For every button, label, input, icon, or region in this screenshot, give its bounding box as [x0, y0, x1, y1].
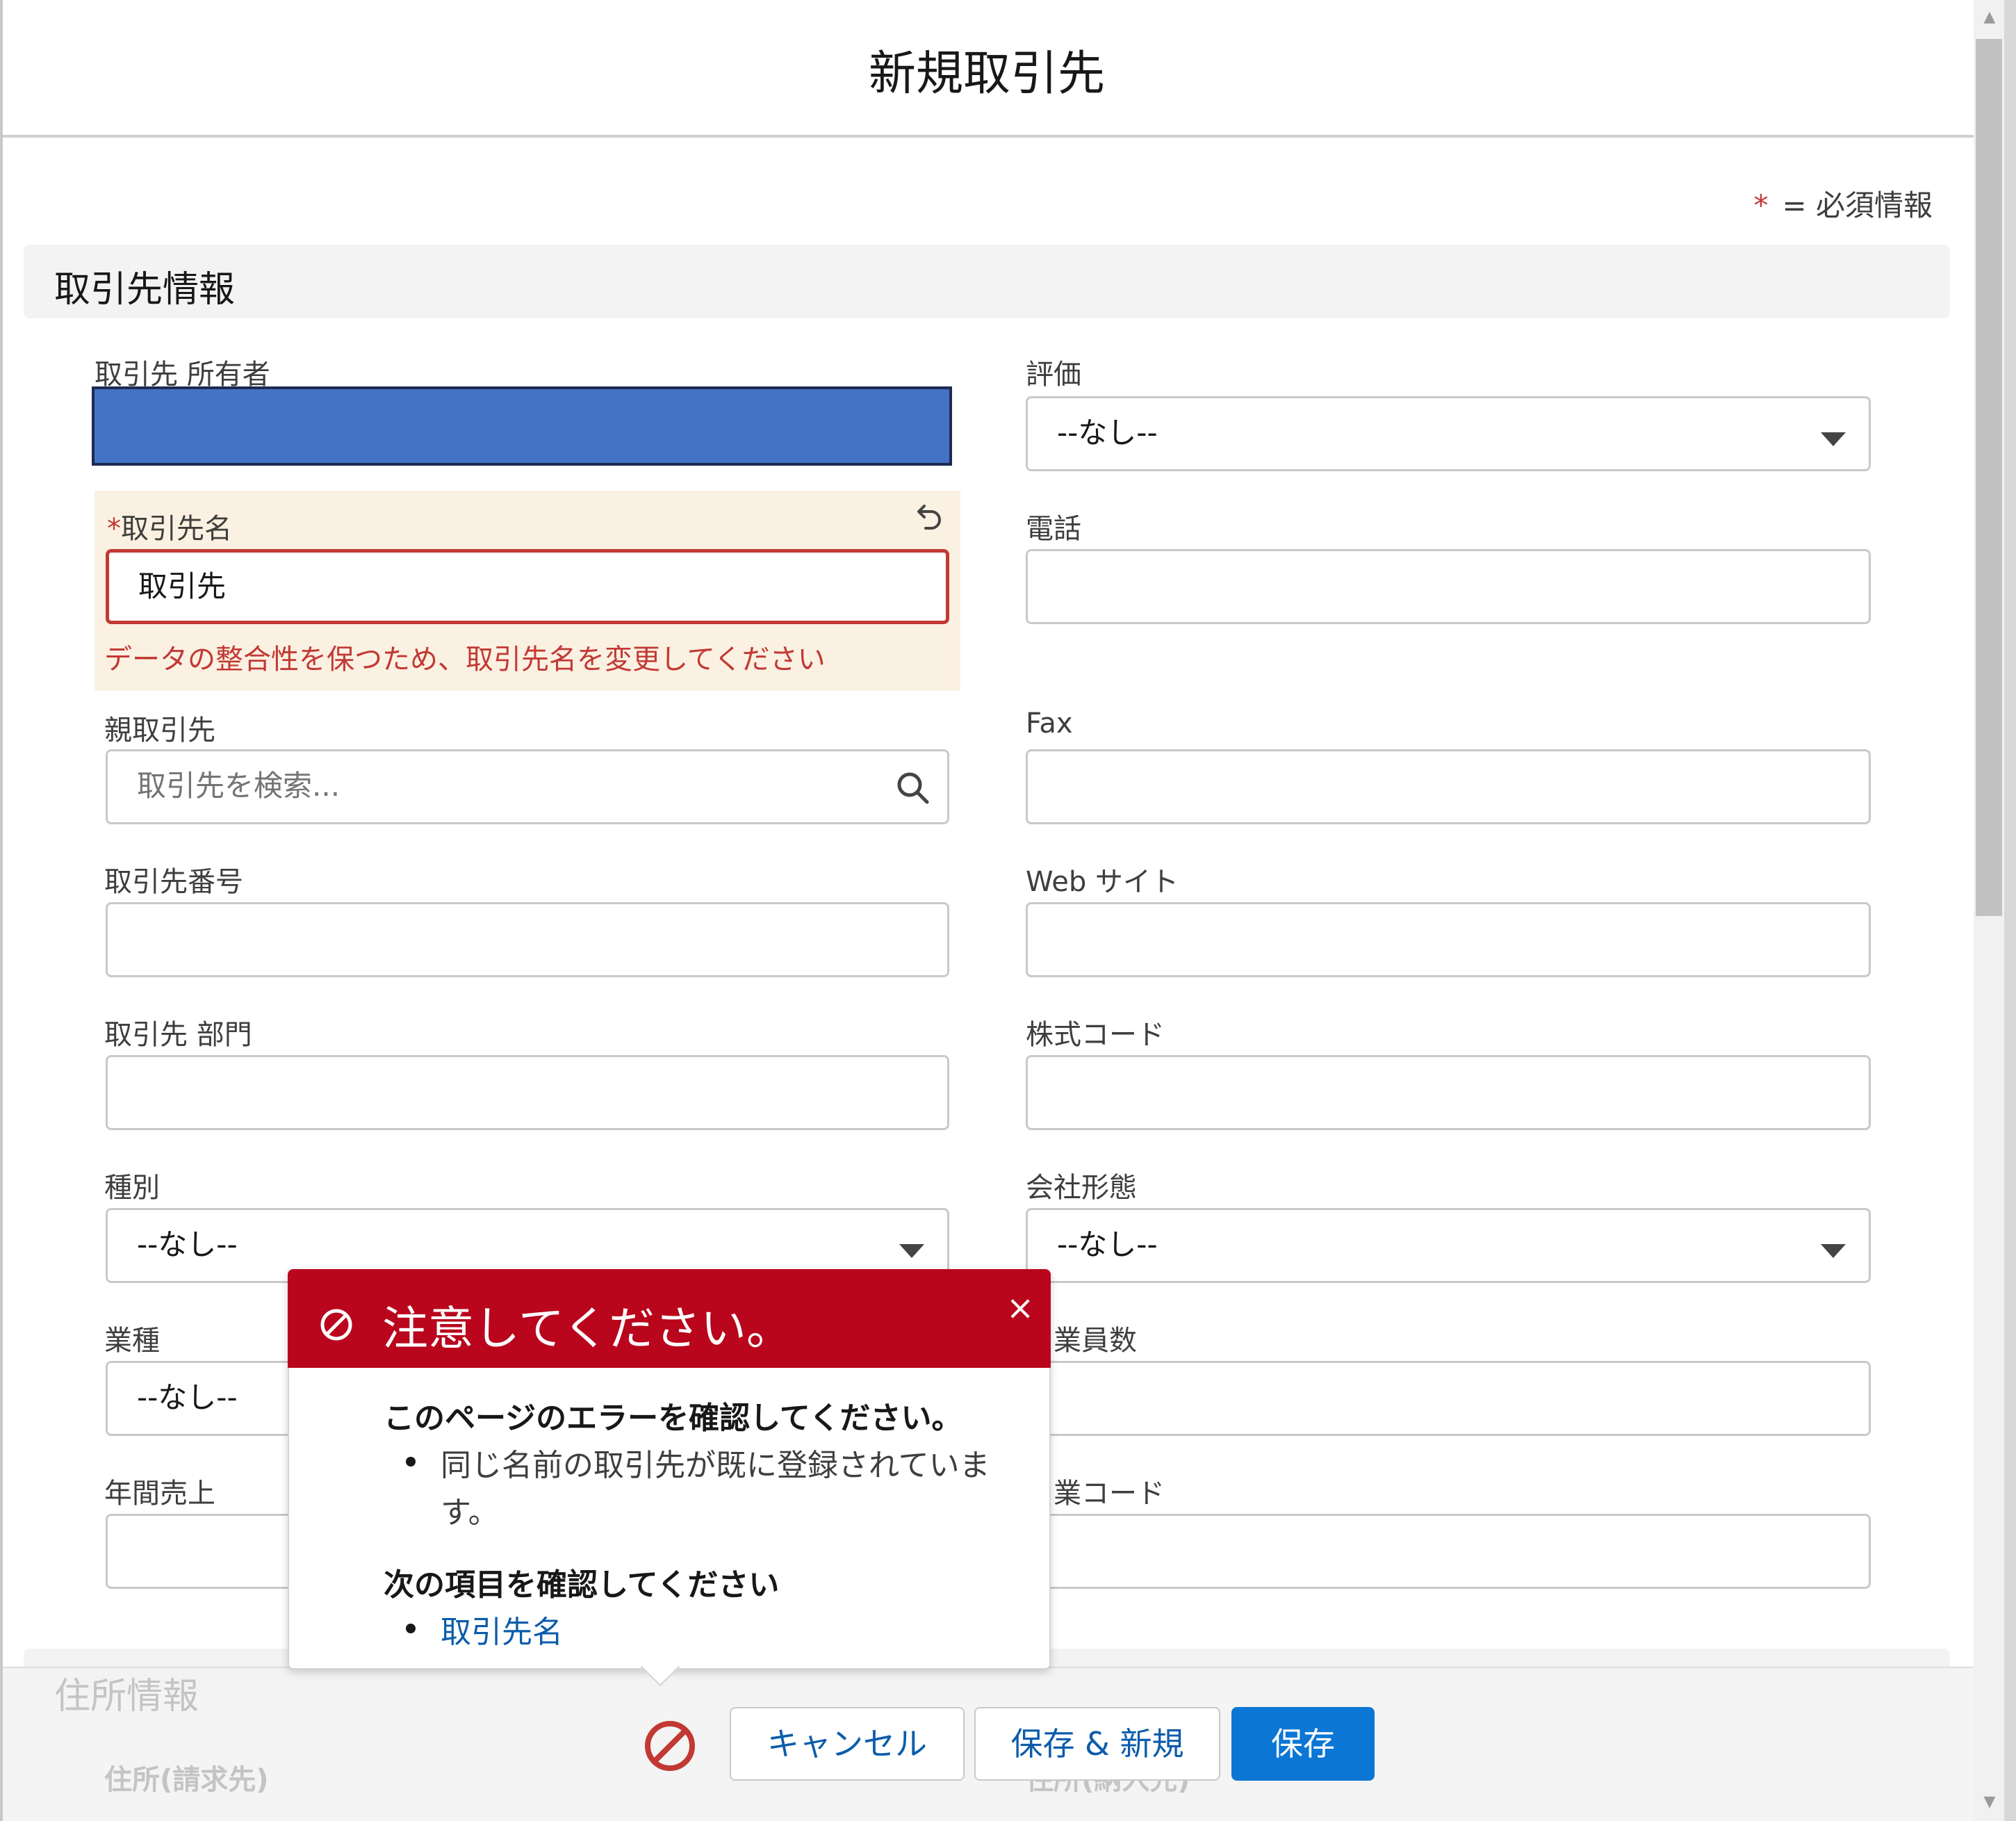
ticker-symbol-label: 株式コード	[1026, 1019, 1165, 1051]
required-legend-text: = 必須情報	[1782, 188, 1933, 222]
ownership-label: 会社形態	[1026, 1172, 1137, 1204]
page-errors-heading: このページのエラーを確認してください。	[384, 1401, 962, 1436]
section-header-account-info[interactable]	[24, 245, 1950, 318]
sic-code-label: 業コード	[1054, 1478, 1165, 1510]
scrollbar-thumb[interactable]	[1976, 39, 2002, 916]
sic-code-input[interactable]	[1026, 1514, 1871, 1589]
required-star: *	[1753, 188, 1769, 222]
error-ban-icon[interactable]	[641, 1717, 699, 1775]
header-divider	[3, 135, 1974, 138]
account-name-label: *取引先名	[107, 506, 232, 546]
cancel-button[interactable]: キャンセル	[730, 1707, 965, 1781]
account-site-label: 取引先 部門	[104, 1019, 252, 1051]
search-icon[interactable]	[894, 769, 933, 808]
save-and-new-button[interactable]: 保存 & 新規	[974, 1707, 1220, 1781]
bullet	[406, 1457, 416, 1467]
ban-icon	[320, 1309, 352, 1341]
website-label: Web サイト	[1026, 866, 1179, 898]
save-button[interactable]: 保存	[1231, 1707, 1375, 1781]
close-icon[interactable]: ×	[1006, 1291, 1034, 1325]
chevron-down-icon	[1821, 432, 1846, 446]
parent-account-search-input[interactable]: 取引先を検索...	[106, 749, 949, 824]
account-number-label: 取引先番号	[104, 866, 243, 898]
undo-icon[interactable]	[910, 502, 945, 537]
fax-label: Fax	[1026, 708, 1073, 740]
ticker-symbol-input[interactable]	[1026, 1055, 1871, 1130]
employees-label: 業員数	[1054, 1325, 1137, 1357]
website-input[interactable]	[1026, 902, 1871, 977]
account-name-input[interactable]: 取引先	[106, 549, 949, 624]
industry-label: 業種	[104, 1325, 160, 1357]
modal-title: 新規取引先	[868, 47, 1105, 101]
account-name-error-message: データの整合性を保つため、取引先名を変更してください	[104, 644, 826, 676]
ownership-select[interactable]: --なし--	[1026, 1208, 1871, 1283]
parent-account-label: 親取引先	[104, 714, 215, 746]
employees-input[interactable]	[1026, 1361, 1871, 1436]
billing-address-label: 住所(請求先)	[104, 1764, 269, 1796]
owner-value-redacted	[92, 386, 952, 466]
error-popover-title: 注意してください。	[382, 1302, 793, 1355]
phone-input[interactable]	[1026, 549, 1871, 624]
chevron-down-icon	[899, 1244, 924, 1258]
field-errors-heading: 次の項目を確認してください	[384, 1567, 780, 1603]
background-page-strip	[2004, 0, 2016, 1821]
account-site-input[interactable]	[106, 1055, 949, 1130]
annual-revenue-label: 年間売上	[104, 1478, 215, 1510]
scroll-up-arrow-icon[interactable]: ▲	[1981, 8, 1999, 26]
page-error-message: 同じ名前の取引先が既に登録されていま	[441, 1448, 990, 1483]
bullet	[406, 1624, 416, 1633]
page-error-message-cont: す。	[441, 1495, 499, 1530]
rating-label: 評価	[1026, 359, 1081, 391]
required-legend: * = 必須情報	[1753, 182, 1933, 224]
chevron-down-icon	[1821, 1244, 1846, 1258]
account-name-label-text: 取引先名	[121, 513, 232, 545]
fax-input[interactable]	[1026, 749, 1871, 824]
account-number-input[interactable]	[106, 902, 949, 977]
field-error-link-account-name[interactable]: 取引先名	[441, 1607, 563, 1651]
type-label: 種別	[104, 1172, 160, 1204]
scroll-down-arrow-icon[interactable]: ▼	[1981, 1793, 1999, 1811]
address-section-title: 住所情報	[54, 1676, 199, 1717]
required-star: *	[107, 513, 121, 545]
phone-label: 電話	[1026, 513, 1081, 545]
rating-select[interactable]: --なし--	[1026, 396, 1871, 471]
section-title: 取引先情報	[54, 269, 236, 311]
